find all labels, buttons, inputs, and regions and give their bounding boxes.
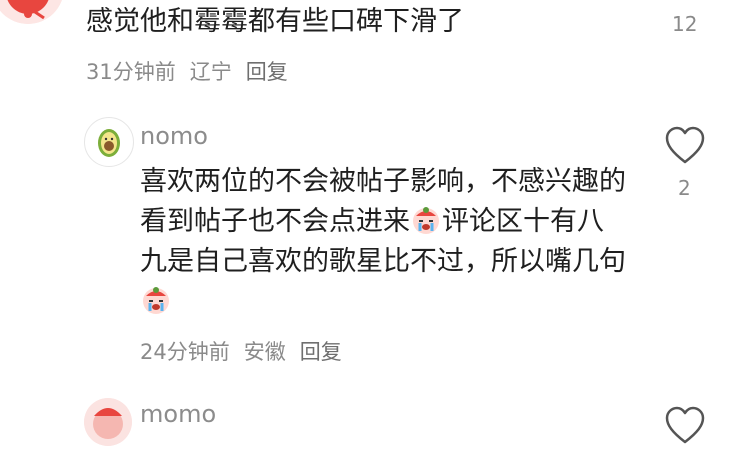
comment-1-text: 感觉他和霉霉都有些口碑下滑了	[86, 6, 464, 37]
comment-2-like-count: 2	[678, 176, 691, 200]
comment-2-username[interactable]: nomo	[140, 122, 208, 150]
red-character-avatar	[0, 0, 62, 24]
heart-outline-icon	[665, 126, 705, 164]
comment-2-meta: 24分钟前 安徽 回复	[140, 336, 356, 366]
comment-1-meta: 31分钟前 辽宁 回复	[86, 56, 302, 86]
comment-2-reply-button[interactable]: 回复	[300, 340, 342, 364]
heart-outline-icon	[665, 406, 705, 444]
avocado-icon	[98, 129, 120, 157]
comment-2-location: 安徽	[243, 340, 286, 364]
comment-2-text: 喜欢两位的不会被帖子影响，不感兴趣的看到帖子也不会点进来 评论区十有八九是自己喜…	[140, 162, 630, 322]
comment-3-like-button[interactable]	[664, 406, 706, 446]
comment-2-time: 24分钟前	[140, 340, 230, 364]
comment-1-time: 31分钟前	[86, 60, 176, 84]
comment-3-username[interactable]: momo	[140, 400, 216, 428]
comment-3-avatar[interactable]	[84, 398, 132, 446]
crying-face-emoji	[413, 207, 439, 234]
comment-1-reply-button[interactable]: 回复	[246, 60, 288, 84]
crying-face-emoji	[143, 287, 169, 314]
pink-character-avatar	[84, 398, 132, 446]
comment-1-location: 辽宁	[189, 60, 232, 84]
comment-1-avatar[interactable]	[0, 0, 64, 24]
comment-1-like-count: 12	[672, 12, 698, 36]
comment-2-like-button[interactable]	[664, 126, 706, 166]
comment-2-avatar[interactable]	[84, 117, 134, 167]
